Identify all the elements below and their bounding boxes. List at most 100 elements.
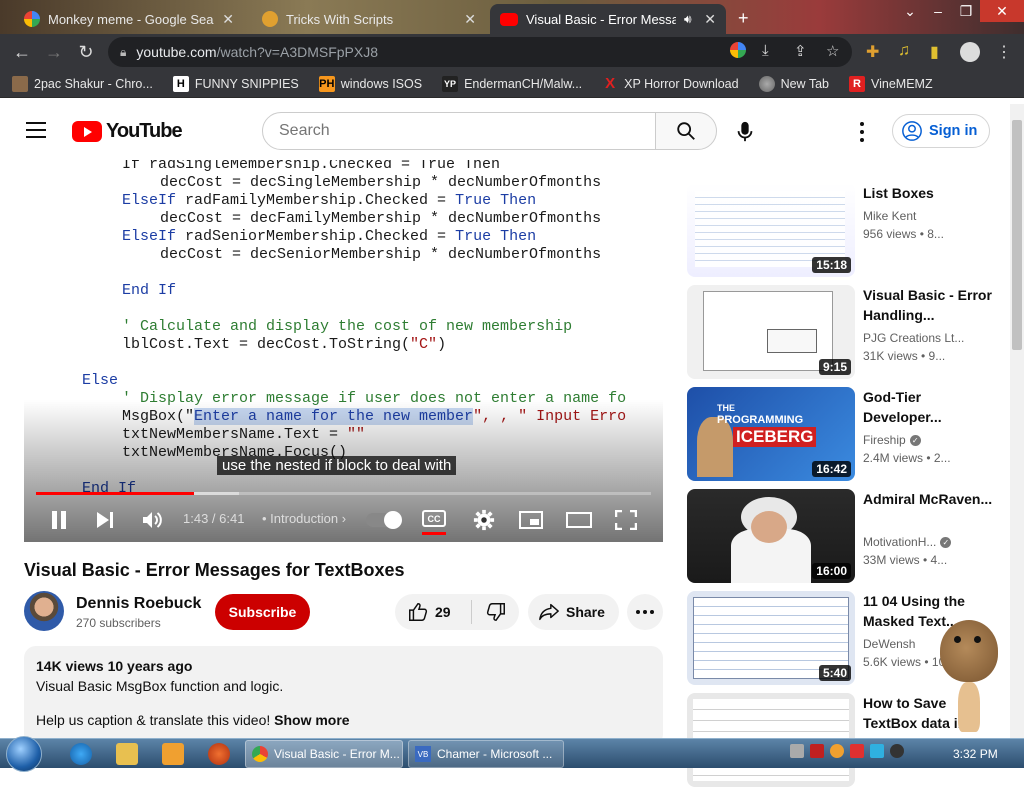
side-panel-icon[interactable]: ▮ [930,42,939,62]
recommended-channel[interactable]: PJG Creations Lt... [863,331,1003,345]
thumbs-down-icon [486,603,505,621]
autoplay-toggle[interactable] [366,511,402,529]
bookmark-star-icon[interactable]: ☆ [826,42,839,60]
tray-search-icon[interactable] [830,744,844,758]
bookmark-funny-snippies[interactable]: H FUNNY SNIPPIES [172,75,299,92]
tray-network-icon[interactable] [870,744,884,758]
scrollbar-thumb[interactable] [1012,120,1022,350]
channel-avatar[interactable] [24,591,64,631]
tray-volume-icon[interactable] [890,744,904,758]
channel-name[interactable]: Dennis Roebuck [76,595,201,613]
chrome-menu-icon[interactable]: ⋮ [996,42,1012,62]
bookmark-label: EndermanCH/Malw... [464,76,583,91]
recommended-channel[interactable]: Fireship ✓ [863,433,1003,447]
pause-button[interactable] [48,507,70,533]
tray-app-icon[interactable] [790,744,804,758]
internet-explorer-icon[interactable] [70,743,92,765]
chevron-down-icon[interactable]: ⌄ [896,0,924,22]
close-window-button[interactable]: ✕ [980,0,1024,22]
recommended-channel[interactable]: MotivationH... ✓ [863,535,1003,549]
video-thumbnail[interactable]: 9:15 [687,285,855,379]
channel-name-text: DeWensh [863,637,916,651]
file-explorer-icon[interactable] [116,743,138,765]
subtitles-active-indicator [422,532,446,535]
bookmark-vinememz[interactable]: R VineMEMZ [849,75,933,92]
tab-tricks-with-scripts[interactable]: Tricks With Scripts ✕ [252,4,486,34]
install-icon[interactable]: ⤓ [762,42,769,59]
like-button[interactable]: 29 [395,594,471,630]
recommended-channel[interactable]: Mike Kent [863,209,1003,223]
recommended-video-title[interactable]: Admiral McRaven... [863,489,995,509]
more-actions-button[interactable] [627,594,663,630]
tab-google-search[interactable]: Monkey meme - Google Search ✕ [14,4,244,34]
tab-youtube-video[interactable]: Visual Basic - Error Messages 🔊︎ ✕ [490,4,726,34]
reload-icon[interactable]: ↻ [74,40,98,64]
fullscreen-button[interactable] [614,507,638,533]
video-thumbnail[interactable]: 5:40 [687,591,855,685]
media-player-icon[interactable] [162,743,184,765]
video-duration: 9:15 [818,359,851,375]
voice-search-button[interactable] [728,115,762,149]
verified-check-icon: ✓ [940,537,952,549]
taskbar-chrome-window[interactable]: Visual Basic - Error M... [245,740,403,768]
paint-app-icon[interactable] [208,743,230,765]
video-thumbnail[interactable]: 15:18 [687,183,855,277]
search-button[interactable] [655,112,717,150]
bookmark-tupac[interactable]: 2pac Shakur - Chro... [12,75,153,92]
share-button[interactable]: Share [528,594,619,630]
recommended-video[interactable]: 9:15 Visual Basic - Error Handling... PJG … [687,285,1007,381]
next-button[interactable] [94,507,116,533]
share-page-icon[interactable]: ⇪ [794,42,807,60]
profile-avatar-icon[interactable] [960,42,980,62]
volume-button[interactable] [140,507,166,533]
bookmark-label: VineMEMZ [871,76,933,91]
tab-close-icon[interactable]: ✕ [704,11,716,28]
tab-close-icon[interactable]: ✕ [464,11,476,28]
tab-close-icon[interactable]: ✕ [222,11,234,28]
sign-in-button[interactable]: Sign in [892,114,990,148]
minimize-button[interactable]: – [924,0,952,22]
subscribe-button[interactable]: Subscribe [215,594,310,630]
settings-button[interactable] [472,507,496,533]
search-input[interactable] [262,112,656,150]
restore-button[interactable]: ❐ [952,0,980,22]
dislike-button[interactable] [472,594,519,630]
video-player[interactable]: If radSingleMembership.Checked = True Th… [24,160,663,542]
taskbar-vb-window[interactable]: VB Chamer - Microsoft ... [408,740,564,768]
recommended-video[interactable]: 16:00 Admiral McRaven... MotivationH... ✓ 33… [687,489,1007,585]
taskbar-clock[interactable]: 3:32 PM [953,747,998,761]
bookmark-windows-isos[interactable]: PH windows ISOS [318,75,423,92]
settings-menu-icon[interactable] [852,120,872,144]
bookmark-xp-horror[interactable]: X XP Horror Download [602,75,738,92]
forward-arrow-icon[interactable]: → [42,40,66,64]
speaker-icon[interactable]: 🔊︎ [684,12,692,27]
youtube-logo[interactable]: YouTube [72,120,183,143]
theater-mode-button[interactable] [566,507,592,533]
back-arrow-icon[interactable]: ← [10,40,34,64]
share-label: Share [566,604,605,620]
video-thumbnail[interactable]: 16:00 [687,489,855,583]
extensions-puzzle-icon[interactable]: ✚ [866,42,879,62]
media-controls-icon[interactable]: ♫ [898,42,910,60]
bookmark-label: windows ISOS [340,76,423,91]
recommended-video[interactable]: 15:18 List Boxes Mike Kent 956 views • 8... [687,183,1007,279]
recommended-video-title[interactable]: God-Tier Developer... [863,387,995,427]
show-more-button[interactable]: Show more [274,712,349,728]
hamburger-menu-icon[interactable] [26,122,46,138]
bookmark-new-tab[interactable]: New Tab [758,75,829,92]
tray-antivirus-icon[interactable] [810,744,824,758]
tray-flag-icon[interactable] [850,744,864,758]
progress-bar[interactable] [36,492,651,495]
subtitles-button[interactable]: CC [422,510,446,527]
recommended-video[interactable]: THE PROGRAMMING ICEBERG 16:42 God-Tier Devel… [687,387,1007,483]
bookmark-endermanch[interactable]: YP EndermanCH/Malw... [442,75,583,92]
description-box[interactable]: 14K views 10 years ago Visual Basic MsgB… [24,646,663,746]
miniplayer-button[interactable] [518,507,544,533]
chapter-button[interactable]: • Introduction › [262,511,346,526]
recommended-video-title[interactable]: List Boxes [863,183,995,203]
new-tab-button[interactable]: + [738,8,749,29]
start-button[interactable] [6,736,42,772]
recommended-video-title[interactable]: Visual Basic - Error Handling... [863,285,995,325]
video-thumbnail[interactable]: THE PROGRAMMING ICEBERG 16:42 [687,387,855,481]
google-lens-icon[interactable] [730,42,746,58]
